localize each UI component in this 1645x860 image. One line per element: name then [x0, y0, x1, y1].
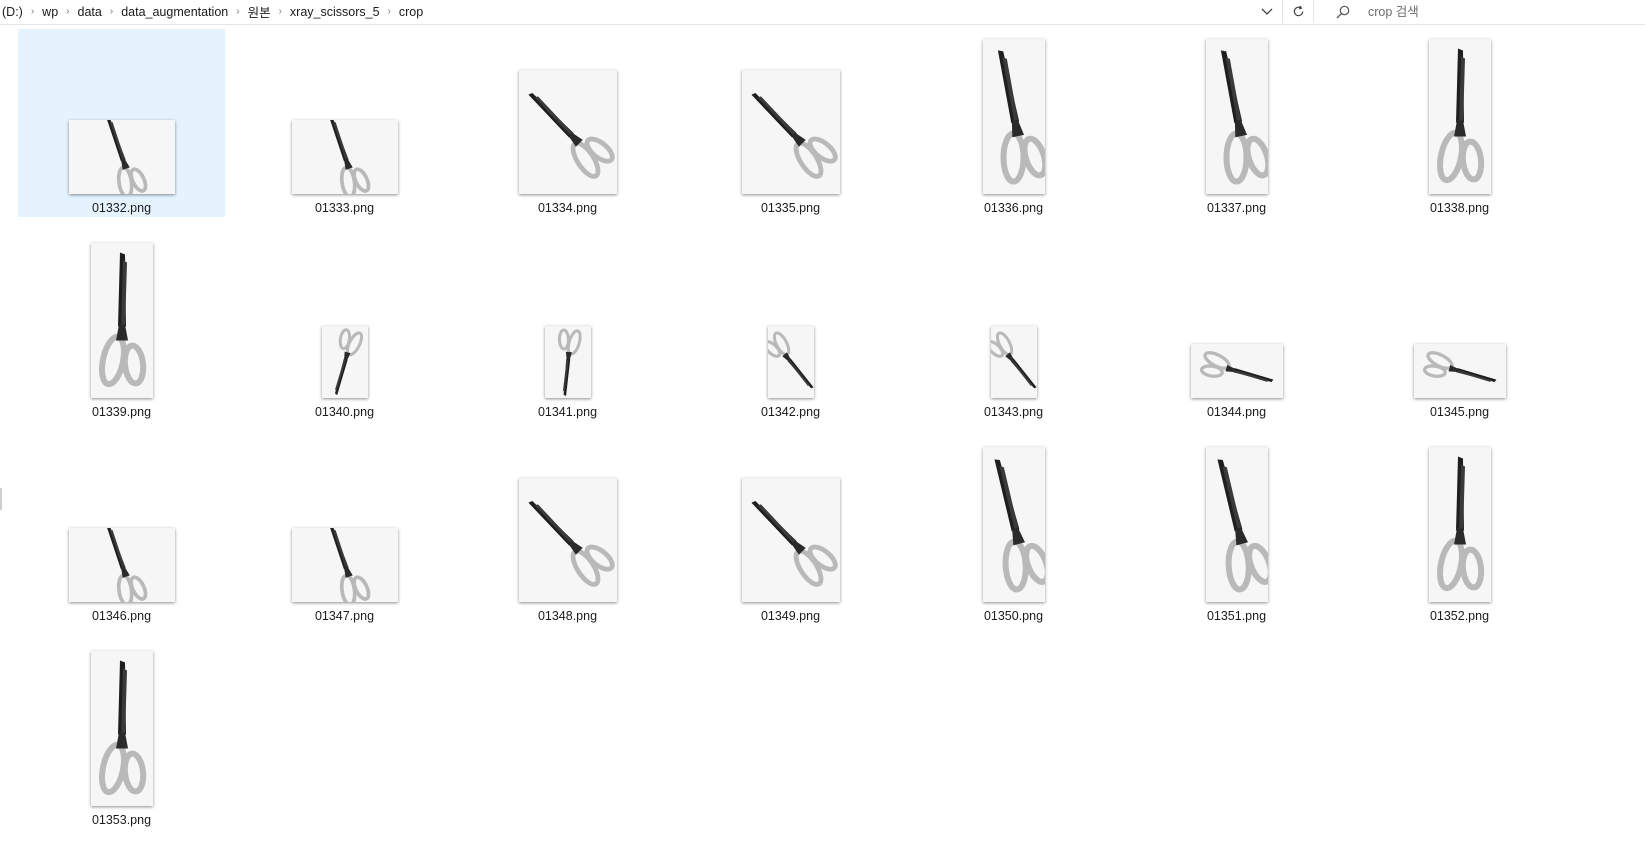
- file-name: 01351.png: [1206, 609, 1267, 623]
- file-name: 01346.png: [91, 609, 152, 623]
- image-thumbnail: [291, 528, 398, 602]
- refresh-button[interactable]: [1283, 0, 1313, 23]
- file-item[interactable]: 01343.png: [910, 233, 1117, 421]
- image-thumbnail: [982, 39, 1045, 194]
- file-item[interactable]: 01334.png: [464, 29, 671, 217]
- address-history-button[interactable]: [1252, 0, 1282, 23]
- image-thumbnail: [90, 651, 153, 806]
- breadcrumb: (D:) › wp › data › data_augmentation › 원본 › xray_s…: [0, 0, 1252, 23]
- file-name: 01352.png: [1429, 609, 1490, 623]
- divider: [1313, 0, 1314, 23]
- search-box[interactable]: [1324, 0, 1645, 23]
- file-name: 01347.png: [314, 609, 375, 623]
- file-name: 01340.png: [314, 405, 375, 419]
- file-item[interactable]: 01350.png: [910, 437, 1117, 625]
- image-thumbnail: [518, 478, 617, 602]
- file-name: 01349.png: [760, 609, 821, 623]
- file-name: 01345.png: [1429, 405, 1490, 419]
- file-grid: 01332.png 01333.png 01334.png 01335.png: [0, 24, 1645, 860]
- chevron-right-icon[interactable]: ›: [276, 6, 285, 17]
- breadcrumb-item[interactable]: data_augmentation: [116, 5, 233, 19]
- image-thumbnail: [68, 120, 175, 194]
- search-input[interactable]: [1358, 4, 1628, 19]
- image-thumbnail: [1205, 447, 1268, 602]
- file-item[interactable]: 01333.png: [241, 29, 448, 217]
- image-thumbnail: [321, 326, 368, 398]
- file-name: 01334.png: [537, 201, 598, 215]
- file-item[interactable]: 01340.png: [241, 233, 448, 421]
- file-item[interactable]: 01352.png: [1356, 437, 1563, 625]
- file-item[interactable]: 01353.png: [18, 641, 225, 829]
- image-thumbnail: [741, 70, 840, 194]
- image-thumbnail: [982, 447, 1045, 602]
- file-item[interactable]: 01344.png: [1133, 233, 1340, 421]
- image-thumbnail: [518, 70, 617, 194]
- image-thumbnail: [767, 326, 814, 398]
- file-item[interactable]: 01351.png: [1133, 437, 1340, 625]
- file-name: 01337.png: [1206, 201, 1267, 215]
- breadcrumb-item[interactable]: crop: [394, 5, 428, 19]
- file-item[interactable]: 01349.png: [687, 437, 894, 625]
- file-item[interactable]: 01341.png: [464, 233, 671, 421]
- breadcrumb-item[interactable]: data: [73, 5, 107, 19]
- file-name: 01350.png: [983, 609, 1044, 623]
- file-name: 01335.png: [760, 201, 821, 215]
- file-item[interactable]: 01347.png: [241, 437, 448, 625]
- image-thumbnail: [1413, 344, 1506, 398]
- file-item[interactable]: 01337.png: [1133, 29, 1340, 217]
- file-item[interactable]: 01332.png: [18, 29, 225, 217]
- file-name: 01353.png: [91, 813, 152, 827]
- file-item[interactable]: 01339.png: [18, 233, 225, 421]
- resize-handle[interactable]: [0, 488, 2, 510]
- image-thumbnail: [990, 326, 1037, 398]
- image-thumbnail: [741, 478, 840, 602]
- file-name: 01348.png: [537, 609, 598, 623]
- file-item[interactable]: 01338.png: [1356, 29, 1563, 217]
- file-item[interactable]: 01346.png: [18, 437, 225, 625]
- breadcrumb-item[interactable]: 원본: [243, 2, 276, 21]
- image-thumbnail: [544, 326, 591, 398]
- file-item[interactable]: 01345.png: [1356, 233, 1563, 421]
- chevron-right-icon[interactable]: ›: [233, 6, 242, 17]
- file-name: 01333.png: [314, 201, 375, 215]
- file-item[interactable]: 01336.png: [910, 29, 1117, 217]
- image-thumbnail: [1190, 344, 1283, 398]
- file-name: 01343.png: [983, 405, 1044, 419]
- address-bar: (D:) › wp › data › data_augmentation › 원본 › xray_s…: [0, 0, 1645, 25]
- file-name: 01339.png: [91, 405, 152, 419]
- image-thumbnail: [1428, 447, 1491, 602]
- chevron-right-icon[interactable]: ›: [28, 6, 37, 17]
- file-name: 01342.png: [760, 405, 821, 419]
- file-name: 01338.png: [1429, 201, 1490, 215]
- file-item[interactable]: 01335.png: [687, 29, 894, 217]
- image-thumbnail: [68, 528, 175, 602]
- file-name: 01344.png: [1206, 405, 1267, 419]
- image-thumbnail: [291, 120, 398, 194]
- breadcrumb-item[interactable]: wp: [37, 5, 63, 19]
- breadcrumb-item[interactable]: (D:): [0, 5, 28, 19]
- image-thumbnail: [1205, 39, 1268, 194]
- search-icon: [1336, 5, 1358, 19]
- refresh-icon: [1293, 5, 1303, 17]
- chevron-down-icon: [1261, 8, 1273, 15]
- file-name: 01336.png: [983, 201, 1044, 215]
- image-thumbnail: [1428, 39, 1491, 194]
- chevron-right-icon[interactable]: ›: [107, 6, 116, 17]
- chevron-right-icon[interactable]: ›: [385, 6, 394, 17]
- file-item[interactable]: 01348.png: [464, 437, 671, 625]
- chevron-right-icon[interactable]: ›: [63, 6, 72, 17]
- image-thumbnail: [90, 243, 153, 398]
- file-name: 01332.png: [91, 201, 152, 215]
- breadcrumb-item[interactable]: xray_scissors_5: [285, 5, 385, 19]
- file-item[interactable]: 01342.png: [687, 233, 894, 421]
- file-name: 01341.png: [537, 405, 598, 419]
